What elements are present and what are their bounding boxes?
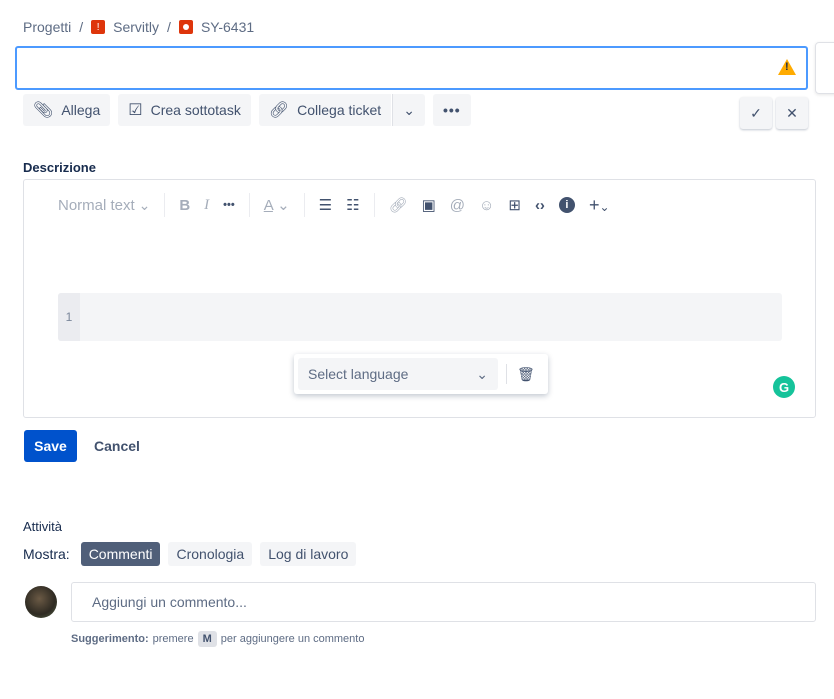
numbered-list-icon[interactable]: ☷ xyxy=(346,196,359,214)
show-label: Mostra: xyxy=(23,546,70,562)
mention-icon[interactable]: @ xyxy=(450,197,465,214)
italic-icon[interactable]: I xyxy=(204,197,209,214)
save-button[interactable]: Save xyxy=(24,430,77,462)
chevron-down-icon: ⌄ xyxy=(403,101,415,118)
activity-title: Attività xyxy=(23,519,63,534)
insert-plus-icon[interactable]: +⌄ xyxy=(589,195,610,216)
filter-comments[interactable]: Commenti xyxy=(80,542,161,566)
text-style-dropdown[interactable]: Normal text ⌄ xyxy=(58,197,150,214)
comment-input[interactable]: Aggiungi un commento... xyxy=(71,582,816,622)
table-icon[interactable]: ⊞ xyxy=(508,196,521,214)
bullet-list-icon[interactable]: ☰ xyxy=(319,196,332,214)
breadcrumb-projects[interactable]: Progetti xyxy=(23,19,71,35)
paperclip-icon: 📎︎ xyxy=(33,102,54,119)
code-block[interactable]: 1 xyxy=(58,293,782,341)
text-color-icon[interactable]: A ⌄ xyxy=(264,196,290,214)
editor-toolbar: Normal text ⌄ B I ••• A ⌄ ☰ ☷ 🔗︎ ▣ @ ☺ ⊞… xyxy=(58,192,624,218)
breadcrumb: Progetti / ! Servitly / SY-6431 xyxy=(23,19,255,35)
cancel-button[interactable]: Cancel xyxy=(84,430,150,462)
link-issue-button[interactable]: 🔗︎ Collega ticket xyxy=(258,94,392,126)
bug-icon xyxy=(178,20,193,34)
filter-history[interactable]: Cronologia xyxy=(168,542,253,566)
side-panel xyxy=(815,42,834,94)
subtask-icon: ☑ xyxy=(128,102,143,119)
code-block-toolbar: Select language ⌄ 🗑︎ xyxy=(294,354,548,394)
avatar xyxy=(25,586,57,618)
close-icon: ✕ xyxy=(786,104,798,121)
code-icon[interactable]: ‹› xyxy=(535,197,545,214)
line-number: 1 xyxy=(58,293,80,341)
description-label: Descrizione xyxy=(23,160,96,175)
warning-icon xyxy=(778,59,796,75)
comment-hint: Suggerimento: premere M per aggiungere u… xyxy=(71,631,365,647)
grammarly-icon[interactable]: G xyxy=(773,376,795,398)
language-select[interactable]: Select language ⌄ xyxy=(298,358,498,390)
bold-icon[interactable]: B xyxy=(179,197,190,214)
create-subtask-button[interactable]: ☑ Crea sottotask xyxy=(118,94,251,126)
breadcrumb-project[interactable]: Servitly xyxy=(113,19,159,35)
more-formatting-icon[interactable]: ••• xyxy=(223,199,235,211)
info-icon[interactable]: i xyxy=(558,197,575,213)
more-button[interactable]: ••• xyxy=(432,94,471,126)
link-icon[interactable]: 🔗︎ xyxy=(389,196,408,214)
filter-worklog[interactable]: Log di lavoro xyxy=(260,542,357,566)
cancel-edit-button[interactable]: ✕ xyxy=(776,97,808,129)
link-icon: 🔗︎ xyxy=(268,102,290,119)
chevron-down-icon: ⌄ xyxy=(476,365,488,382)
confirm-button[interactable]: ✓ xyxy=(740,97,772,129)
emoji-icon[interactable]: ☺ xyxy=(479,197,494,214)
trash-icon[interactable]: 🗑︎ xyxy=(517,366,535,383)
image-icon[interactable]: ▣ xyxy=(422,196,436,214)
project-icon: ! xyxy=(91,20,106,34)
link-dropdown-button[interactable]: ⌄ xyxy=(392,94,425,126)
check-icon: ✓ xyxy=(750,104,762,121)
attach-button[interactable]: 📎︎ Allega xyxy=(23,94,111,126)
shortcut-key: M xyxy=(197,631,217,647)
breadcrumb-issue[interactable]: SY-6431 xyxy=(201,19,254,35)
description-editor[interactable]: Normal text ⌄ B I ••• A ⌄ ☰ ☷ 🔗︎ ▣ @ ☺ ⊞… xyxy=(23,179,816,418)
summary-input[interactable] xyxy=(15,46,808,90)
more-icon: ••• xyxy=(442,102,461,118)
